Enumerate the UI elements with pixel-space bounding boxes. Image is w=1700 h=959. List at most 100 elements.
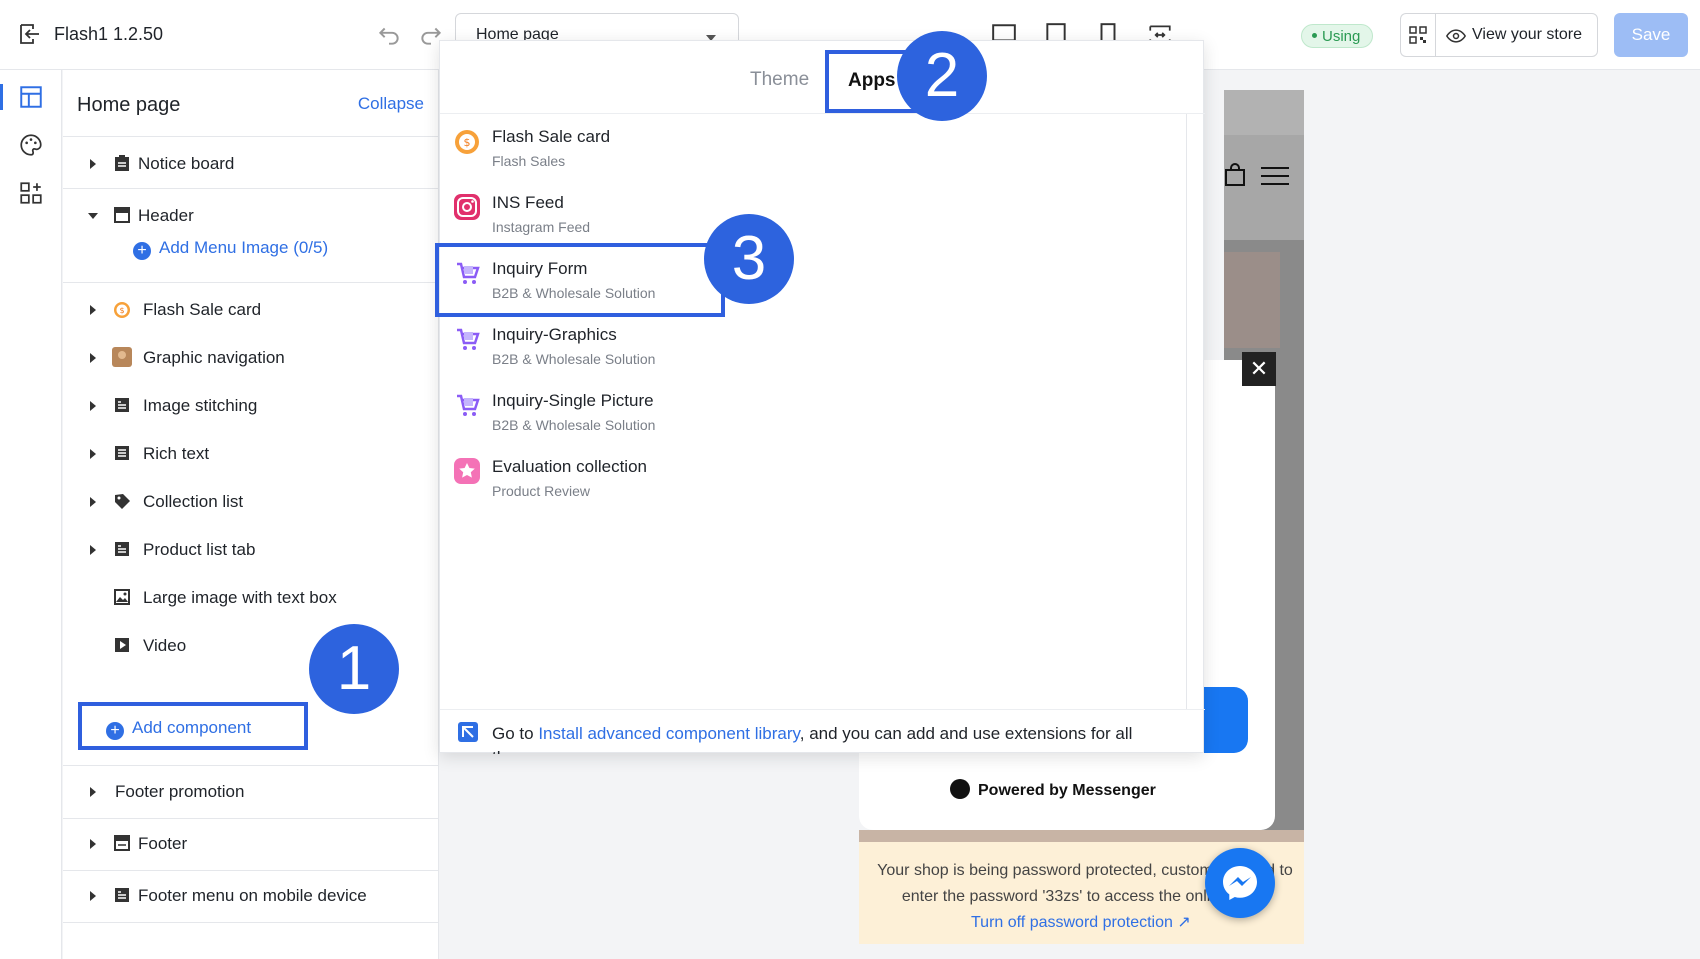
footer-icon xyxy=(114,835,130,851)
component-tabs: Theme Apps xyxy=(440,41,1205,114)
menu-icon[interactable] xyxy=(1260,165,1290,187)
save-button[interactable]: Save xyxy=(1614,13,1688,57)
sections-sidebar: Home page Collapse Notice board Header +… xyxy=(63,70,439,959)
expand-caret-icon[interactable] xyxy=(90,401,96,411)
close-icon[interactable]: ✕ xyxy=(1242,352,1276,386)
add-menu-image-link[interactable]: + Add Menu Image (0/5) xyxy=(133,238,328,260)
sidebar-title: Home page xyxy=(77,94,181,116)
component-library-note: Go to Install advanced component library… xyxy=(440,709,1205,754)
eye-icon xyxy=(1446,29,1466,43)
scrollbar[interactable] xyxy=(1186,114,1187,709)
cart-icon xyxy=(457,394,480,416)
cart-icon xyxy=(457,328,480,350)
section-label: Footer menu on mobile device xyxy=(138,886,367,905)
section-graphic-navigation[interactable]: Graphic navigation xyxy=(63,332,439,384)
preview-photo-strip xyxy=(859,830,1304,842)
view-store-button[interactable]: View your store xyxy=(1435,13,1598,57)
section-footer[interactable]: Footer xyxy=(63,818,439,870)
plus-circle-icon: + xyxy=(133,242,151,260)
app-item-inquiry-graphics[interactable]: Inquiry-Graphics B2B & Wholesale Solutio… xyxy=(440,313,1186,379)
app-item-ins-feed[interactable]: INS Feed Instagram Feed xyxy=(440,181,1186,247)
step-badge-3: 3 xyxy=(704,214,794,304)
divider xyxy=(63,136,439,137)
expand-caret-icon[interactable] xyxy=(90,839,96,849)
library-note-prefix: Go to xyxy=(492,724,539,743)
section-notice-board[interactable]: Notice board xyxy=(63,138,439,190)
app-subtitle: Flash Sales xyxy=(492,153,566,169)
turn-off-password-label: Turn off password protection xyxy=(971,914,1173,931)
exit-icon[interactable] xyxy=(18,22,42,46)
expand-caret-icon[interactable] xyxy=(90,891,96,901)
preview-nav xyxy=(1224,135,1304,240)
section-label: Large image with text box xyxy=(143,588,337,607)
layout-icon xyxy=(115,888,129,902)
section-product-list-tab[interactable]: Product list tab xyxy=(63,524,439,576)
palette-icon[interactable] xyxy=(18,132,44,158)
expand-caret-icon[interactable] xyxy=(90,449,96,459)
external-link-icon: ↗ xyxy=(1177,914,1191,931)
apps-icon[interactable] xyxy=(18,180,44,206)
expand-caret-icon[interactable] xyxy=(90,353,96,363)
section-flash-sale-card[interactable]: $ Flash Sale card xyxy=(63,284,439,336)
app-name: Inquiry-Graphics xyxy=(492,325,617,344)
app-name: Inquiry-Single Picture xyxy=(492,391,654,410)
app-subtitle: B2B & Wholesale Solution xyxy=(492,351,656,367)
layout-icon xyxy=(115,398,129,412)
app-item-evaluation-collection[interactable]: Evaluation collection Product Review xyxy=(440,445,1186,511)
section-footer-promotion[interactable]: Footer promotion xyxy=(63,766,439,818)
qr-code-icon xyxy=(1409,26,1427,44)
tab-theme[interactable]: Theme xyxy=(750,69,809,91)
collapse-link[interactable]: Collapse xyxy=(358,94,424,114)
add-menu-image-label: Add Menu Image (0/5) xyxy=(159,238,329,257)
expand-caret-icon[interactable] xyxy=(90,497,96,507)
app-item-flash-sale-card[interactable]: $ Flash Sale card Flash Sales xyxy=(440,115,1186,181)
messenger-chat-button[interactable] xyxy=(1205,848,1275,918)
divider xyxy=(63,922,439,923)
section-rich-text[interactable]: Rich text xyxy=(63,428,439,480)
expand-caret-icon[interactable] xyxy=(90,787,96,797)
tab-apps-label: Apps xyxy=(848,70,896,91)
divider xyxy=(63,282,439,283)
add-component-button[interactable]: + Add component xyxy=(78,702,308,750)
svg-text:$: $ xyxy=(464,136,471,149)
section-label: Graphic navigation xyxy=(143,348,285,367)
image-icon xyxy=(114,589,130,605)
section-label: Footer promotion xyxy=(115,782,245,801)
section-large-image-text[interactable]: Large image with text box xyxy=(63,572,439,624)
shopping-bag-icon[interactable] xyxy=(1224,163,1246,187)
section-label: Header xyxy=(138,206,194,225)
instagram-icon xyxy=(454,194,480,220)
image-thumb-icon xyxy=(112,347,132,367)
qr-code-button[interactable] xyxy=(1400,13,1436,57)
collapse-caret-icon[interactable] xyxy=(88,213,98,219)
turn-off-password-link[interactable]: Turn off password protection ↗ xyxy=(971,912,1191,932)
plus-circle-icon: + xyxy=(106,722,124,740)
flash-sale-icon: $ xyxy=(114,302,130,318)
active-indicator xyxy=(0,84,3,110)
component-library-text: Go to Install advanced component library… xyxy=(492,722,1182,754)
app-item-inquiry-single-picture[interactable]: Inquiry-Single Picture B2B & Wholesale S… xyxy=(440,379,1186,445)
section-label: Notice board xyxy=(138,154,235,173)
expand-caret-icon[interactable] xyxy=(90,305,96,315)
undo-icon[interactable] xyxy=(376,22,402,48)
powered-by-label: Powered by Messenger xyxy=(978,782,1156,799)
step-badge-1: 1 xyxy=(309,624,399,714)
play-icon xyxy=(115,638,129,652)
section-image-stitching[interactable]: Image stitching xyxy=(63,380,439,432)
step-badge-2: 2 xyxy=(897,31,987,121)
install-library-link[interactable]: Install advanced component library xyxy=(538,724,799,743)
app-title: Flash1 1.2.50 xyxy=(54,24,164,44)
expand-caret-icon[interactable] xyxy=(90,545,96,555)
section-footer-menu-mobile[interactable]: Footer menu on mobile device xyxy=(63,870,439,922)
section-header[interactable]: Header xyxy=(63,190,439,242)
app-subtitle: Product Review xyxy=(492,483,591,499)
review-icon xyxy=(454,458,480,484)
sections-icon[interactable] xyxy=(18,84,44,110)
section-collection-list[interactable]: Collection list xyxy=(63,476,439,528)
section-label: Video xyxy=(143,636,187,655)
section-label: Image stitching xyxy=(143,396,258,415)
header-icon xyxy=(114,207,130,223)
text-icon xyxy=(115,446,129,460)
expand-caret-icon[interactable] xyxy=(90,159,96,169)
extension-icon xyxy=(458,722,478,742)
